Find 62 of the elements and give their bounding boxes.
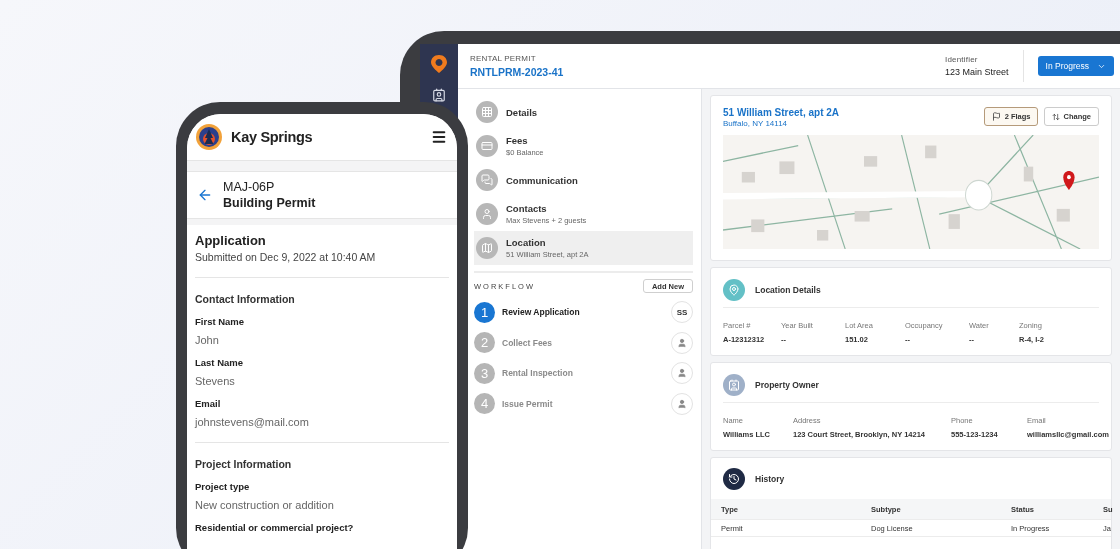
permit-number: RNTLPRM-2023-41 [470,66,565,78]
map-pin-icon [728,284,740,296]
assignee-avatar[interactable]: SS [671,301,693,324]
nav-item[interactable]: Details [474,95,693,129]
person-icon [677,398,687,409]
field-label: Project type [195,481,251,492]
record-id: MAJ-06P [223,180,276,194]
assign-person-button[interactable] [671,362,693,385]
step-label[interactable]: Collect Fees [502,337,664,348]
sort-arrows-icon [1052,112,1061,121]
step-label[interactable]: Issue Permit [502,398,664,409]
contact-card-icon [728,379,740,391]
grid-icon [481,106,493,118]
chat-icon [481,174,493,186]
nav-label: Communication [506,174,578,186]
flag-icon [991,112,1001,121]
card-title: Property Owner [755,380,819,390]
person-icon [677,337,687,348]
record-title: Building Permit [223,196,316,210]
section-title: Contact Information [195,293,296,305]
section-title: Project Information [195,458,293,470]
nav-label: Contacts [506,203,548,214]
field-label: Last Name [195,357,245,368]
menu-icon[interactable] [431,129,447,145]
step-number: 1 [474,301,495,323]
step-label[interactable]: Rental Inspection [502,368,664,379]
assign-person-button[interactable] [671,392,693,415]
nav-item[interactable]: Communication [474,163,693,197]
nav-label: Location [506,237,547,248]
field-label: Email [195,398,222,409]
card-title: History [755,474,785,484]
step-number: 4 [474,393,495,415]
submitted-date: Submitted on Dec 9, 2022 at 10:40 AM [195,251,377,263]
identifier-value: 123 Main Street [945,67,1009,77]
map-icon [481,242,493,254]
step-label[interactable]: Review Application [502,307,664,318]
record-type: RENTAL PERMIT [470,54,537,63]
address-city: Buffalo, NY 14114 [723,119,789,128]
card-icon [481,140,493,152]
assign-person-button[interactable] [671,331,693,354]
status-dropdown[interactable]: In Progress [1037,56,1114,76]
field-value: Stevens [195,375,236,387]
history-icon [728,473,740,485]
brand-name: Kay Springs [231,129,314,145]
contact-card-icon[interactable] [432,88,446,102]
field-value: New construction or addition [195,499,335,511]
person-icon [481,208,493,220]
field-label: Residential or commercial project? [195,522,355,533]
field-value: johnstevens@mail.com [195,416,310,428]
step-number: 3 [474,362,495,384]
person-icon [677,368,687,379]
field-label: First Name [195,316,246,327]
card-title: Location Details [755,285,821,295]
field-value: John [195,334,220,346]
application-title: Application [195,233,267,248]
address-street[interactable]: 51 William Street, apt 2A [723,107,840,118]
logo-icon[interactable] [430,54,448,74]
nav-label: Details [506,106,538,118]
step-number: 2 [474,332,495,354]
identifier-label: Identifier [945,55,979,64]
nav-label: Fees [506,135,529,146]
logo-icon [195,123,223,151]
